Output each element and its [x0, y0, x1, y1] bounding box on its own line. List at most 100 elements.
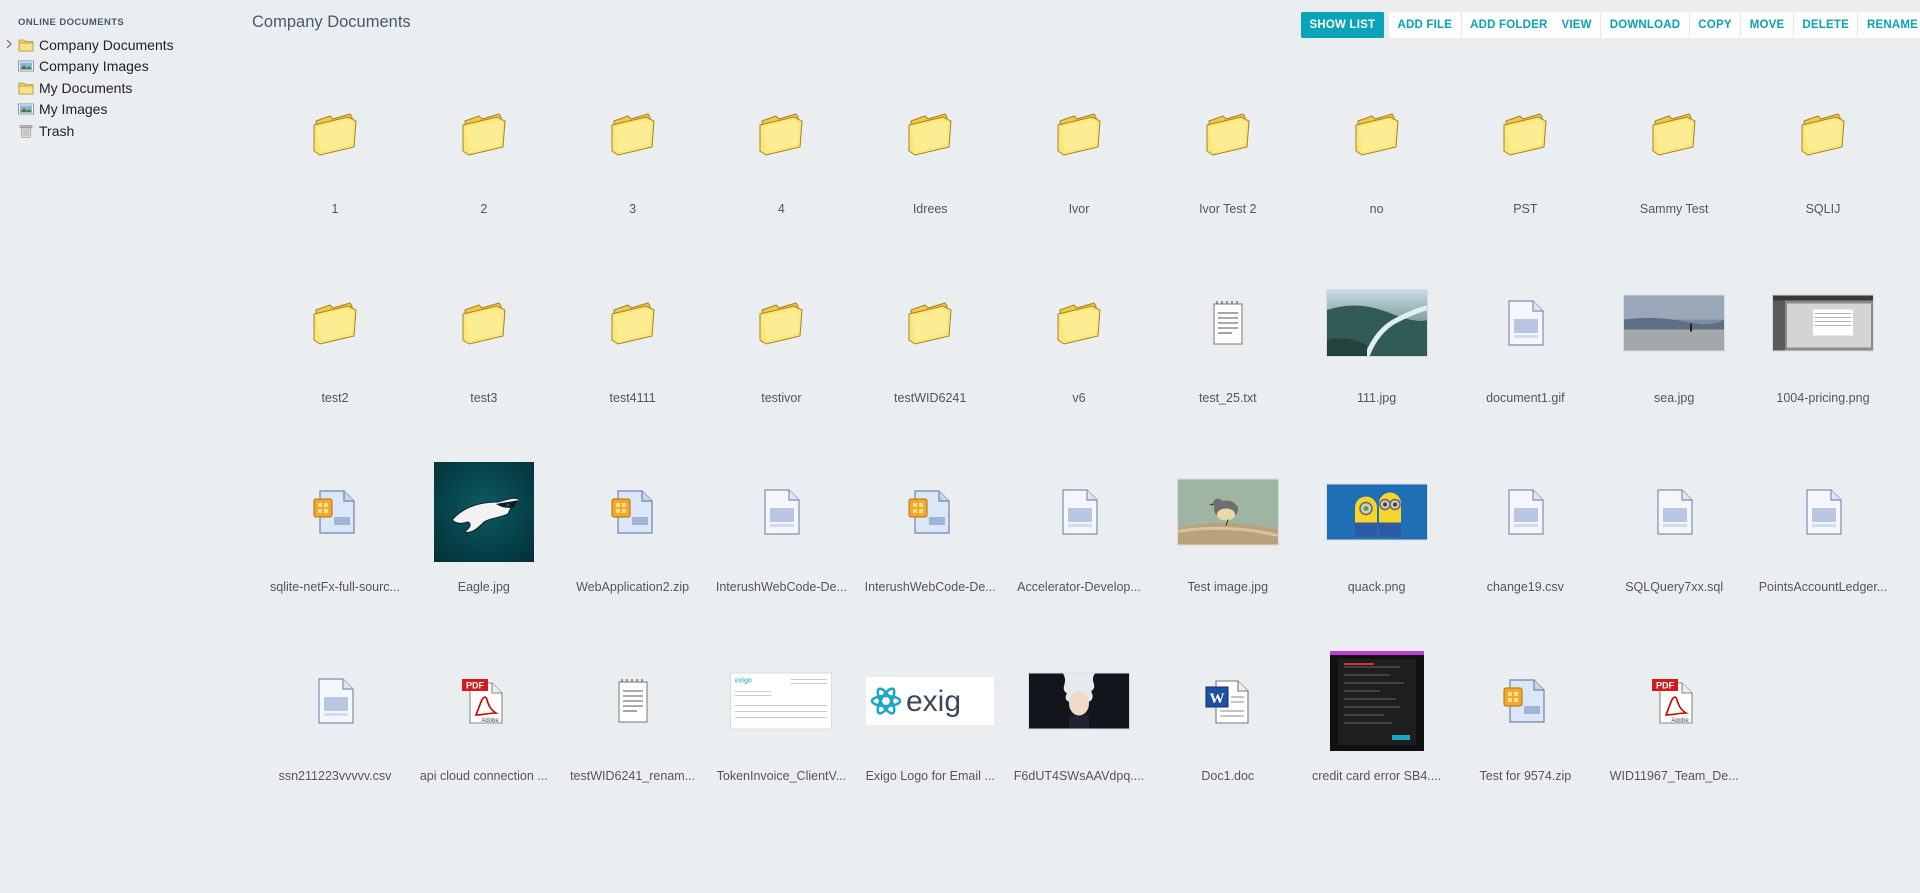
file-tile[interactable]: 1004-pricing.png — [1749, 285, 1898, 474]
file-name: PST — [1513, 202, 1538, 216]
file-name: testWID6241 — [894, 391, 967, 405]
file-tile[interactable]: Test image.jpg — [1154, 474, 1303, 663]
file-tile[interactable]: SQLQuery7xx.sql — [1600, 474, 1749, 663]
download-button[interactable]: DOWNLOAD — [1601, 12, 1690, 38]
file-tile[interactable]: quack.png — [1303, 474, 1452, 663]
file-name: PointsAccountLedger... — [1758, 580, 1888, 594]
file-tile[interactable]: sea.jpg — [1600, 285, 1749, 474]
file-tile[interactable]: 3 — [559, 96, 708, 285]
file-tile[interactable]: test_25.txt — [1154, 285, 1303, 474]
generic-file-icon — [1057, 488, 1101, 536]
file-name: credit card error SB4.... — [1311, 769, 1442, 783]
file-tile[interactable]: Ivor — [1005, 96, 1154, 285]
image-folder-icon — [18, 59, 34, 73]
tree-item-my-documents[interactable]: My Documents — [0, 77, 174, 99]
chevron-right-icon[interactable] — [5, 38, 13, 50]
rename-button[interactable]: RENAME — [1858, 12, 1920, 38]
show-list-button[interactable]: SHOW LIST — [1301, 12, 1385, 38]
file-tile[interactable]: ssn211223vvvvv.csv — [261, 663, 410, 852]
tree-item-my-images[interactable]: My Images — [0, 99, 174, 121]
add-file-button[interactable]: ADD FILE — [1389, 12, 1462, 38]
file-name: InterushWebCode-De... — [715, 580, 847, 594]
file-tile[interactable]: testivor — [707, 285, 856, 474]
move-button[interactable]: MOVE — [1741, 12, 1794, 38]
file-tile[interactable]: F6dUT4SWsAAVdpq.... — [1005, 663, 1154, 852]
file-tile[interactable]: exigo TokenInvoice_ClientV... — [707, 663, 856, 852]
file-tile[interactable]: Sammy Test — [1600, 96, 1749, 285]
folder-tree: Company Documents Company Images My Docu… — [0, 34, 174, 142]
file-tile[interactable]: sqlite-netFx-full-sourc... — [261, 474, 410, 663]
svg-text:exig: exig — [906, 685, 961, 718]
folder-icon — [1203, 111, 1253, 157]
zip-file-icon — [608, 487, 658, 537]
file-tile[interactable]: 4 — [707, 96, 856, 285]
file-tile[interactable]: Accelerator-Develop... — [1005, 474, 1154, 663]
generic-file-icon — [1652, 488, 1696, 536]
file-tile[interactable]: WebApplication2.zip — [559, 474, 708, 663]
file-name: change19.csv — [1486, 580, 1564, 594]
generic-file-icon — [1503, 488, 1547, 536]
file-tile[interactable]: Test for 9574.zip — [1451, 663, 1600, 852]
file-tile[interactable]: InterushWebCode-De... — [707, 474, 856, 663]
file-tile[interactable]: PDF Adobe WID11967_Team_De... — [1600, 663, 1749, 852]
pdf-file-icon: PDF Adobe — [460, 677, 508, 725]
file-name: SQLIJ — [1805, 202, 1841, 216]
file-tile[interactable]: PST — [1451, 96, 1600, 285]
file-tile[interactable]: credit card error SB4.... — [1303, 651, 1452, 852]
file-tile[interactable]: SQLIJ — [1749, 96, 1898, 285]
zip-file-icon — [310, 487, 360, 537]
file-tile[interactable]: 111.jpg — [1303, 285, 1452, 474]
file-tile[interactable]: testWID6241 — [856, 285, 1005, 474]
folder-icon — [1352, 111, 1402, 157]
tree-item-company-images[interactable]: Company Images — [0, 56, 174, 78]
word-file-icon: W — [1204, 677, 1252, 725]
add-folder-button[interactable]: ADD FOLDER — [1462, 12, 1556, 38]
file-tile[interactable]: test4111 — [559, 285, 708, 474]
file-tile[interactable]: no — [1303, 96, 1452, 285]
folder-icon — [1054, 111, 1104, 157]
beach-photo-thumbnail — [1623, 294, 1726, 352]
screenshot-thumbnail — [1771, 294, 1874, 352]
tree-item-company-documents[interactable]: Company Documents — [0, 34, 174, 56]
folder-icon — [1798, 111, 1848, 157]
file-tile[interactable]: PDF Adobe api cloud connection ... — [410, 663, 559, 852]
view-button[interactable]: VIEW — [1553, 12, 1602, 38]
folder-icon — [1500, 111, 1550, 157]
file-tile[interactable]: change19.csv — [1451, 474, 1600, 663]
tree-item-label: Company Documents — [39, 36, 174, 53]
folder-icon — [756, 300, 806, 346]
file-tile[interactable]: v6 — [1005, 285, 1154, 474]
folder-icon — [905, 111, 955, 157]
file-tile[interactable]: testWID6241_renam... — [559, 663, 708, 852]
file-name: v6 — [1072, 391, 1086, 405]
svg-text:W: W — [1209, 691, 1224, 707]
file-tile[interactable]: test2 — [261, 285, 410, 474]
generic-file-icon — [313, 677, 357, 725]
delete-button[interactable]: DELETE — [1794, 12, 1859, 38]
file-tile[interactable]: Ivor Test 2 — [1154, 96, 1303, 285]
file-tile[interactable]: PointsAccountLedger... — [1749, 474, 1898, 663]
tree-item-label: My Images — [39, 101, 108, 118]
file-tile[interactable]: W Doc1.doc — [1154, 663, 1303, 852]
folder-icon — [459, 300, 509, 346]
file-tile[interactable]: 2 — [410, 96, 559, 285]
file-name: ssn211223vvvvv.csv — [278, 769, 392, 783]
file-name: Idrees — [912, 202, 948, 216]
file-name: quack.png — [1347, 580, 1406, 594]
folder-icon — [310, 300, 360, 346]
file-tile[interactable]: 1 — [261, 96, 410, 285]
file-tile[interactable]: Eagle.jpg — [410, 462, 559, 663]
file-tile[interactable]: test3 — [410, 285, 559, 474]
copy-button[interactable]: COPY — [1690, 12, 1742, 38]
file-tile[interactable]: document1.gif — [1451, 285, 1600, 474]
file-tile[interactable]: Idrees — [856, 96, 1005, 285]
folder-icon — [608, 300, 658, 346]
toolbar-show-list: SHOW LIST — [1301, 12, 1385, 38]
file-name: test3 — [470, 391, 498, 405]
zip-file-icon — [1500, 676, 1550, 726]
file-tile[interactable]: InterushWebCode-De... — [856, 474, 1005, 663]
toolbar-add-group: ADD FILE ADD FOLDER — [1389, 12, 1557, 38]
anime-thumbnail — [1027, 672, 1130, 730]
file-tile[interactable]: exig Exigo Logo for Email ... — [856, 663, 1005, 852]
tree-item-trash[interactable]: Trash — [0, 120, 174, 142]
